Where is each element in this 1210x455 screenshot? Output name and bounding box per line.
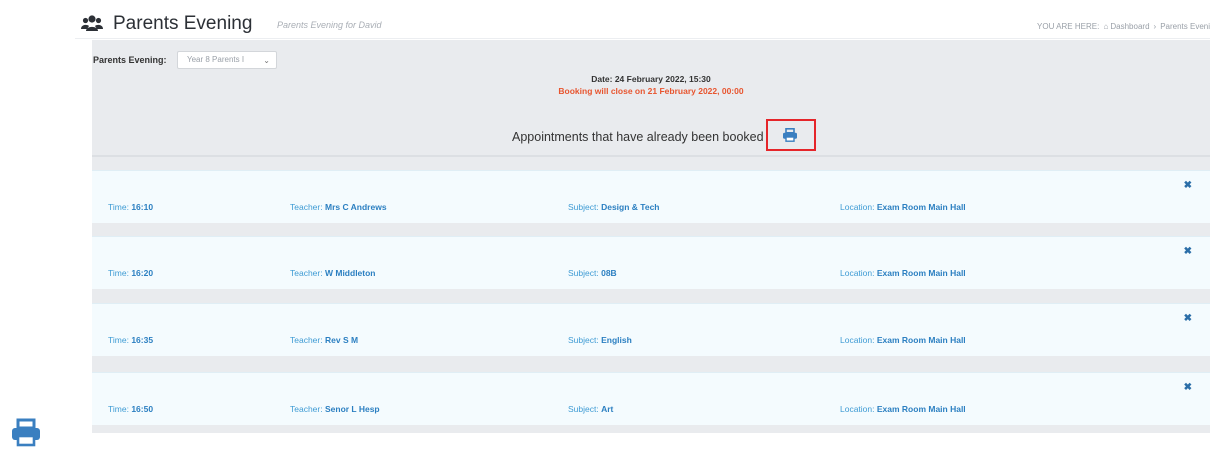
parents-evening-panel: Parents Evening: Year 8 Parents I ⌄ Date…: [92, 40, 1210, 433]
page-subtitle: Parents Evening for David: [277, 20, 382, 30]
appointment-row: Time: 16:50 Teacher: Senor L Hesp Subjec…: [92, 372, 1210, 425]
close-icon[interactable]: ✖: [1184, 313, 1192, 324]
breadcrumb-prefix: YOU ARE HERE:: [1037, 22, 1100, 31]
close-icon[interactable]: ✖: [1184, 246, 1192, 257]
booked-appointments-heading: Appointments that have already been book…: [512, 130, 764, 144]
appointment-row: Time: 16:20 Teacher: W Middleton Subject…: [92, 236, 1210, 289]
appointment-subject: Subject: Art: [568, 404, 614, 414]
print-highlight-box: [766, 119, 816, 151]
appointment-row: Time: 16:10 Teacher: Mrs C Andrews Subje…: [92, 170, 1210, 223]
home-icon: ⌂: [1103, 22, 1109, 31]
close-icon[interactable]: ✖: [1184, 382, 1192, 393]
appointment-row: Time: 16:35 Teacher: Rev S M Subject: En…: [92, 303, 1210, 356]
appointment-location: Location: Exam Room Main Hall: [840, 268, 966, 278]
page-title: Parents Evening: [113, 13, 253, 34]
print-icon[interactable]: [782, 128, 798, 142]
breadcrumb: YOU ARE HERE: ⌂ Dashboard › Parents Eveni: [1037, 22, 1210, 31]
appointment-subject: Subject: English: [568, 335, 632, 345]
appointment-teacher: Teacher: Rev S M: [290, 335, 359, 345]
parents-evening-label: Parents Evening:: [93, 55, 167, 65]
print-icon: [12, 418, 40, 447]
evening-date: Date: 24 February 2022, 15:30: [591, 74, 711, 84]
appointment-time: Time: 16:35: [108, 335, 154, 345]
appointment-time: Time: 16:50: [108, 404, 154, 414]
appointment-time: Time: 16:10: [108, 202, 154, 212]
appointment-location: Location: Exam Room Main Hall: [840, 404, 966, 414]
breadcrumb-home-link[interactable]: Dashboard: [1110, 22, 1149, 31]
parents-evening-select[interactable]: Year 8 Parents I ⌄: [177, 51, 277, 69]
page-header: Parents Evening Parents Evening for Davi…: [75, 10, 1210, 39]
appointment-location: Location: Exam Room Main Hall: [840, 335, 966, 345]
breadcrumb-current: Parents Eveni: [1160, 22, 1210, 31]
appointment-teacher: Teacher: W Middleton: [290, 268, 376, 278]
appointment-teacher: Teacher: Senor L Hesp: [290, 404, 380, 414]
appointment-subject: Subject: Design & Tech: [568, 202, 660, 212]
appointment-time: Time: 16:20: [108, 268, 154, 278]
booking-close-notice: Booking will close on 21 February 2022, …: [558, 86, 744, 96]
appointment-location: Location: Exam Room Main Hall: [840, 202, 966, 212]
parents-evening-select-value: Year 8 Parents I: [187, 55, 245, 64]
close-icon[interactable]: ✖: [1184, 180, 1192, 191]
section-divider: [92, 155, 1210, 157]
chevron-down-icon: ⌄: [263, 56, 270, 65]
users-icon: [81, 15, 103, 31]
appointment-subject: Subject: 08B: [568, 268, 617, 278]
breadcrumb-separator: ›: [1153, 22, 1157, 31]
appointment-teacher: Teacher: Mrs C Andrews: [290, 202, 387, 212]
